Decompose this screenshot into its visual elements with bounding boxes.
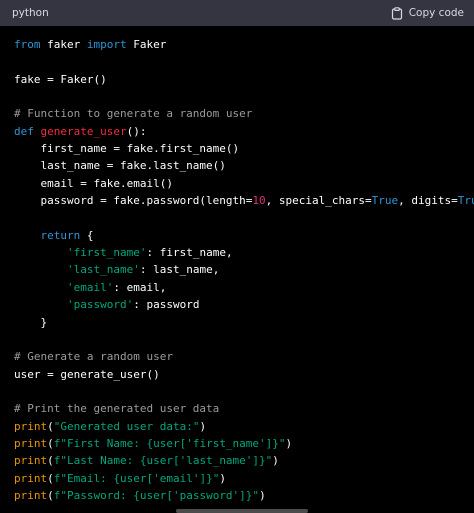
code-token: True — [371, 194, 399, 208]
code-token: faker — [40, 38, 87, 51]
code-line: print("Generated user data:") — [14, 418, 474, 435]
code-token: : last_name, — [139, 263, 220, 277]
code-token: # Print the generated user data — [14, 402, 220, 416]
code-token: # Generate a random user — [14, 350, 173, 364]
code-token: fake = Faker() — [14, 72, 107, 86]
code-token: 'last_name' — [66, 263, 140, 277]
code-token: # Function to generate a random user — [14, 107, 253, 121]
code-content: from faker import Faker fake = Faker() #… — [14, 36, 474, 504]
code-token: 'password' — [66, 298, 134, 312]
code-token: ) — [259, 488, 266, 502]
code-token: 'first_name' — [66, 246, 147, 260]
code-token: 10 — [252, 194, 266, 208]
code-token: } — [14, 315, 48, 329]
code-line: # Function to generate a random user — [14, 105, 474, 122]
code-token: , special_chars= — [265, 194, 372, 208]
code-token: print — [14, 454, 48, 468]
code-line: return { — [14, 227, 474, 244]
code-token: f"Last Name: {user['last_name']}" — [53, 454, 273, 468]
code-token: : email, — [113, 280, 167, 294]
code-token: : first_name, — [146, 246, 233, 260]
code-token: last_name = fake.last_name() — [14, 159, 226, 173]
code-token: ( — [47, 454, 54, 468]
code-token: print — [14, 436, 48, 450]
code-token: first_name = fake.first_name() — [14, 142, 240, 156]
code-token: : password — [133, 298, 200, 312]
code-block-header: python Copy code — [0, 0, 474, 26]
code-token: ) — [219, 471, 226, 485]
code-token: password = fake.password(length= — [14, 194, 253, 208]
code-line: from faker import Faker — [14, 36, 474, 53]
clipboard-icon — [391, 6, 403, 20]
code-line: last_name = fake.last_name() — [14, 157, 474, 174]
language-label: python — [12, 7, 49, 19]
code-token: Faker — [126, 38, 167, 51]
code-token: ( — [47, 419, 54, 433]
code-token: f"First Name: {user['first_name']}" — [53, 436, 286, 450]
code-line: print(f"Email: {user['email']}") — [14, 470, 474, 487]
code-token: ) — [285, 436, 293, 450]
code-token: f"Password: {user['password']}" — [53, 488, 260, 502]
code-token: generate_user — [40, 124, 127, 138]
code-token: ( — [47, 471, 54, 485]
code-token: print — [14, 419, 48, 433]
copy-code-label: Copy code — [408, 7, 464, 19]
code-token: (): — [126, 124, 147, 138]
code-token: , digits= — [398, 194, 458, 208]
code-token: def — [14, 124, 34, 138]
code-line: def generate_user(): — [14, 123, 474, 140]
code-line: # Print the generated user data — [14, 400, 474, 417]
code-line: 'email': email, — [14, 279, 474, 296]
code-token: ) — [199, 419, 207, 433]
code-token: import — [86, 38, 127, 51]
code-token: print — [14, 471, 48, 485]
code-line: 'last_name': last_name, — [14, 261, 474, 278]
code-token: user = generate_user() — [14, 367, 160, 381]
copy-code-button[interactable]: Copy code — [391, 6, 464, 20]
code-line: } — [14, 314, 474, 331]
code-line: first_name = fake.first_name() — [14, 140, 474, 157]
code-line: 'password': password — [14, 296, 474, 313]
code-line: # Generate a random user — [14, 348, 474, 365]
code-line: 'first_name': first_name, — [14, 244, 474, 261]
code-line: print(f"First Name: {user['first_name']}… — [14, 435, 474, 452]
code-token: 'email' — [66, 280, 114, 294]
code-line: email = fake.email() — [14, 175, 474, 192]
code-token: ( — [47, 488, 54, 502]
code-line: user = generate_user() — [14, 366, 474, 383]
code-token: email = fake.email() — [14, 176, 173, 190]
code-token: { — [80, 228, 94, 242]
code-token: from — [14, 38, 41, 51]
code-line: password = fake.password(length=10, spec… — [14, 192, 474, 209]
code-token: print — [14, 488, 48, 502]
code-token: f"Email: {user['email']}" — [53, 471, 220, 485]
horizontal-scrollbar[interactable] — [176, 509, 308, 513]
code-token: ( — [47, 436, 54, 450]
code-line: print(f"Last Name: {user['last_name']}") — [14, 452, 474, 469]
code-line: print(f"Password: {user['password']}") — [14, 487, 474, 504]
code-block: python Copy code from faker import Faker… — [0, 0, 474, 513]
code-token: ) — [272, 454, 279, 468]
code-line: fake = Faker() — [14, 71, 474, 88]
code-token: True — [457, 194, 474, 208]
code-token: return — [40, 228, 81, 242]
code-token: "Generated user data:" — [53, 419, 200, 433]
